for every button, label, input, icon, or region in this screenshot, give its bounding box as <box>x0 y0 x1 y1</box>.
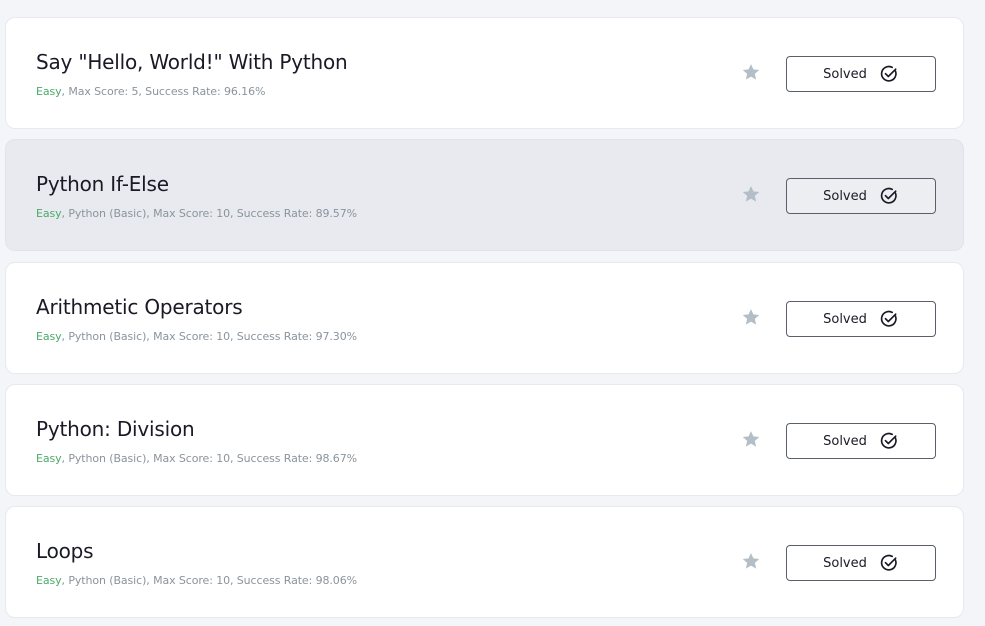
check-circle-icon <box>880 65 897 82</box>
challenge-card[interactable]: Say "Hello, World!" With Python Easy, Ma… <box>5 17 964 129</box>
challenge-card[interactable]: Arithmetic Operators Easy, Python (Basic… <box>5 262 964 374</box>
star-icon[interactable] <box>741 551 761 571</box>
difficulty-label: Easy <box>36 330 62 343</box>
challenge-title[interactable]: Python If-Else <box>36 172 169 196</box>
challenge-details: , Python (Basic), Max Score: 10, Success… <box>61 574 358 587</box>
difficulty-label: Easy <box>36 85 62 98</box>
challenge-card[interactable]: Python: Division Easy, Python (Basic), M… <box>5 384 964 496</box>
solved-button[interactable]: Solved <box>786 545 936 581</box>
star-icon[interactable] <box>741 62 761 82</box>
difficulty-label: Easy <box>36 452 62 465</box>
solved-label: Solved <box>823 311 867 327</box>
difficulty-label: Easy <box>36 207 62 220</box>
challenge-details: , Python (Basic), Max Score: 10, Success… <box>61 452 358 465</box>
challenge-card[interactable]: Loops Easy, Python (Basic), Max Score: 1… <box>5 506 964 618</box>
challenge-title[interactable]: Python: Division <box>36 417 195 441</box>
star-icon[interactable] <box>741 307 761 327</box>
star-icon[interactable] <box>741 184 761 204</box>
check-circle-icon <box>880 187 897 204</box>
challenge-meta: Easy, Max Score: 5, Success Rate: 96.16% <box>36 85 265 98</box>
solved-label: Solved <box>823 188 867 204</box>
challenge-details: , Python (Basic), Max Score: 10, Success… <box>61 207 358 220</box>
check-circle-icon <box>880 432 897 449</box>
difficulty-label: Easy <box>36 574 62 587</box>
challenge-title[interactable]: Arithmetic Operators <box>36 295 243 319</box>
solved-label: Solved <box>823 555 867 571</box>
check-circle-icon <box>880 554 897 571</box>
solved-label: Solved <box>823 433 867 449</box>
star-icon[interactable] <box>741 429 761 449</box>
challenge-meta: Easy, Python (Basic), Max Score: 10, Suc… <box>36 207 357 220</box>
challenge-meta: Easy, Python (Basic), Max Score: 10, Suc… <box>36 574 357 587</box>
check-circle-icon <box>880 310 897 327</box>
solved-button[interactable]: Solved <box>786 301 936 337</box>
challenge-meta: Easy, Python (Basic), Max Score: 10, Suc… <box>36 452 357 465</box>
solved-button[interactable]: Solved <box>786 56 936 92</box>
challenge-title[interactable]: Loops <box>36 539 94 563</box>
challenge-details: , Python (Basic), Max Score: 10, Success… <box>61 330 358 343</box>
solved-button[interactable]: Solved <box>786 423 936 459</box>
solved-button[interactable]: Solved <box>786 178 936 214</box>
challenge-card[interactable]: Python If-Else Easy, Python (Basic), Max… <box>5 139 964 251</box>
challenge-title[interactable]: Say "Hello, World!" With Python <box>36 50 348 74</box>
challenge-meta: Easy, Python (Basic), Max Score: 10, Suc… <box>36 330 357 343</box>
challenge-details: , Max Score: 5, Success Rate: 96.16% <box>61 85 266 98</box>
solved-label: Solved <box>823 66 867 82</box>
